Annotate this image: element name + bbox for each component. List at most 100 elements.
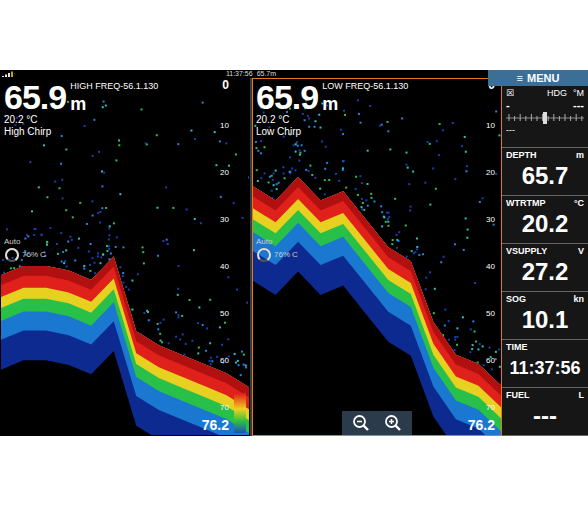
data-item[interactable]: DEPTHm65.7 <box>502 148 588 196</box>
depth-value: 65.9 <box>4 80 66 114</box>
zoom-controls <box>342 411 412 435</box>
heading-unit: °M <box>573 88 584 99</box>
gain-mode: C <box>292 250 298 260</box>
gain-label: Auto <box>4 237 46 247</box>
gain-control[interactable]: Auto76%C <box>4 237 46 263</box>
menu-icon: ≡ <box>517 71 523 85</box>
heading-title-row: ☒ HDG °M <box>506 88 584 99</box>
data-item-header: WTRTMP °C <box>506 198 584 209</box>
status-bar: 11:37:56 65.7m <box>0 70 502 78</box>
gain-label: Auto <box>256 237 298 247</box>
heading-label: HDG <box>547 88 567 99</box>
data-value: 10.1 <box>506 305 584 335</box>
data-unit: L <box>579 390 585 401</box>
heading-value: - <box>506 100 510 111</box>
depth-scale-label: 20 <box>486 168 495 178</box>
sonar-panel[interactable]: 65.9HIGH FREQ-56.1.130m20.2 °CHigh Chirp… <box>0 78 250 436</box>
data-unit: m <box>576 150 584 161</box>
depth-scale-label: 40 <box>486 262 495 272</box>
data-value: 27.2 <box>506 257 584 287</box>
data-label: DEPTH <box>506 150 537 161</box>
data-unit: kn <box>573 294 584 305</box>
data-label: TIME <box>506 342 528 353</box>
depth-value: 65.9 <box>256 80 318 114</box>
data-item[interactable]: VSUPPLY V27.2 <box>502 244 588 292</box>
heading-footer: --- <box>506 125 515 136</box>
data-unit: °C <box>574 198 584 209</box>
range-value: 76.2 <box>202 417 229 433</box>
menu-label: MENU <box>527 71 559 85</box>
status-depth: 65.7m <box>257 70 276 78</box>
title-col: HIGH FREQ-56.1.130 m <box>70 80 158 114</box>
heading-label-group: HDG °M <box>547 88 584 99</box>
depth-header: 65.9 LOW FREQ-56.1.130 m20.2 °CLow Chirp <box>256 80 408 138</box>
heading-value-row: ---- <box>506 100 584 111</box>
data-item-header: FUEL L <box>506 390 584 401</box>
range-value: 76.2 <box>468 417 495 433</box>
depth-scale-label: 10 <box>220 121 229 131</box>
depth-scale-label: 50 <box>486 309 495 319</box>
sonar-mode: Low Chirp <box>256 126 408 138</box>
data-label: WTRTMP <box>506 198 546 209</box>
gain-row: 76%C <box>256 247 298 263</box>
depth-scale-label: 60 <box>486 356 495 366</box>
gain-reading: 76% <box>274 250 290 260</box>
depth-header: 65.9HIGH FREQ-56.1.130m20.2 °CHigh Chirp <box>4 80 158 138</box>
depth-scale-label: 0 <box>222 80 229 90</box>
data-item-header: VSUPPLY V <box>506 246 584 257</box>
data-label: VSUPPLY <box>506 246 547 257</box>
sonar-panels: 65.9HIGH FREQ-56.1.130m20.2 °CHigh Chirp… <box>0 78 502 436</box>
data-label: FUEL <box>506 390 530 401</box>
sonar-panel[interactable]: 65.9LOW FREQ-56.1.130m20.2 °CLow Chirp01… <box>252 78 502 436</box>
zoom-out-icon[interactable] <box>352 414 370 432</box>
bottom-echo <box>253 177 501 435</box>
water-temp: 20.2 °C <box>256 114 408 126</box>
data-item-header: DEPTH m <box>506 150 584 161</box>
signal-icon <box>2 71 14 77</box>
water-temp: 20.2 °C <box>4 114 158 126</box>
data-sidebar: ☒HDG°M-------DEPTHm65.7WTRTMP°C20.2VSUPP… <box>502 70 588 436</box>
heading-footer-row: --- <box>506 125 584 136</box>
gain-reading: 76% <box>22 250 38 260</box>
zoom-in-icon[interactable] <box>384 414 402 432</box>
heading-panel: ☒HDG°M------- <box>502 86 588 148</box>
gain-level-arc <box>256 247 272 263</box>
title-col: LOW FREQ-56.1.130 m <box>322 80 408 114</box>
gain-mode: C <box>40 250 46 260</box>
panel-title: LOW FREQ-56.1.130 <box>322 80 408 92</box>
gain-gauge-icon <box>256 247 272 263</box>
data-item-header: TIME <box>506 342 584 353</box>
gain-control[interactable]: Auto76%C <box>256 237 298 263</box>
depth-scale-label: 70 <box>486 403 495 413</box>
status-time: 11:37:56 <box>226 70 253 78</box>
data-item[interactable]: SOG kn10.1 <box>502 292 588 340</box>
data-value: 11:37:56 <box>506 353 584 383</box>
depth-scale-label: 70 <box>220 403 229 413</box>
depth-scale-label: 10 <box>486 121 495 131</box>
data-item[interactable]: FUEL L--- <box>502 388 588 436</box>
data-label: SOG <box>506 294 526 305</box>
data-unit: V <box>578 246 584 257</box>
depth-scale-label: 40 <box>220 262 229 272</box>
heading-box-icon: ☒ <box>506 88 514 99</box>
depth-scale-label: 60 <box>220 356 229 366</box>
depth-scale-label: 30 <box>220 215 229 225</box>
data-value: --- <box>506 401 584 431</box>
panel-title: HIGH FREQ-56.1.130 <box>70 80 158 92</box>
gain-row: 76%C <box>4 247 46 263</box>
bottom-echo <box>1 257 249 435</box>
data-item[interactable]: TIME11:37:56 <box>502 340 588 388</box>
data-value: 20.2 <box>506 209 584 239</box>
depth-scale-label: 50 <box>220 309 229 319</box>
menu-button[interactable]: ≡ MENU <box>488 70 588 86</box>
depth-unit: m <box>70 94 158 114</box>
depth-scale-label: 20 <box>220 168 229 178</box>
data-item-header: SOG kn <box>506 294 584 305</box>
compass-tape-icon <box>506 112 584 124</box>
gain-gauge-icon <box>4 247 20 263</box>
depth-unit: m <box>322 94 408 114</box>
color-scale-bar <box>234 393 246 433</box>
gain-level-arc <box>4 247 20 263</box>
data-item[interactable]: WTRTMP °C20.2 <box>502 196 588 244</box>
sonar-screen: 11:37:5665.7m65.9HIGH FREQ-56.1.130m20.2… <box>0 70 588 436</box>
